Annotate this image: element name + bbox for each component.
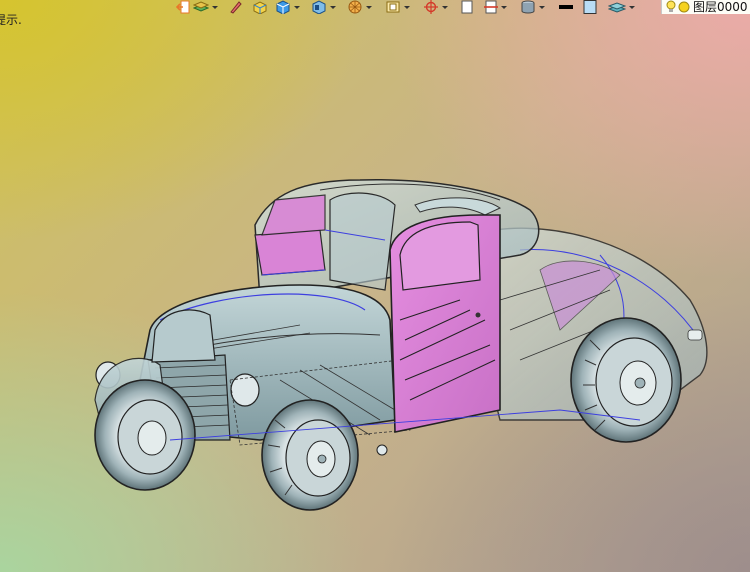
car-door (389, 214, 501, 433)
rear-wheel (570, 317, 682, 443)
3d-viewport[interactable]: 提示. 图层0000 (0, 0, 750, 572)
cube-view-icon (312, 0, 326, 14)
layer-manager-button[interactable] (608, 0, 626, 14)
layers-button[interactable] (193, 0, 209, 14)
layers-stack-icon (193, 1, 209, 12)
sun-icon (678, 1, 690, 13)
snap-dropdown[interactable] (442, 0, 448, 14)
layer-stack-icon (608, 2, 626, 13)
cube-blue-icon (276, 0, 290, 14)
layers-dropdown[interactable] (212, 0, 218, 14)
front-right-wheel (261, 399, 359, 511)
section-dropdown[interactable] (501, 0, 507, 14)
color-swatch-icon (583, 0, 597, 14)
frame-button[interactable] (385, 0, 401, 14)
front-left-wheel (94, 379, 196, 491)
line-weight-button[interactable] (558, 0, 574, 14)
frame-icon (386, 1, 400, 13)
color-button[interactable] (583, 0, 597, 14)
section-button[interactable] (484, 0, 498, 14)
page-button[interactable] (461, 0, 473, 14)
lightbulb-icon (666, 0, 676, 12)
car-3d-model[interactable] (0, 0, 750, 572)
material-dropdown[interactable] (539, 0, 545, 14)
view-dropdown[interactable] (330, 0, 336, 14)
sketch-button[interactable] (229, 0, 243, 14)
exit-icon (176, 0, 190, 14)
line-weight-icon (559, 5, 573, 9)
view-button[interactable] (311, 0, 327, 14)
page-icon (461, 0, 473, 14)
wireframe-sphere-icon (348, 0, 362, 14)
exit-button[interactable] (176, 0, 190, 14)
frame-dropdown[interactable] (404, 0, 410, 14)
cylinder-icon (521, 0, 535, 14)
crosshair-icon (424, 0, 438, 14)
layer-name: 图层0000 (693, 0, 748, 14)
pencil-icon (230, 1, 242, 14)
section-icon (484, 0, 498, 14)
material-button[interactable] (520, 0, 536, 14)
layer-manager-dropdown[interactable] (629, 0, 635, 14)
snap-button[interactable] (423, 0, 439, 14)
render-button[interactable] (347, 0, 363, 14)
box-yellow-icon (253, 1, 267, 14)
status-hint-text: 提示. (0, 13, 22, 27)
render-dropdown[interactable] (366, 0, 372, 14)
layer-selector[interactable]: 图层0000 (661, 0, 750, 14)
solid-dropdown[interactable] (294, 0, 300, 14)
solid-button[interactable] (275, 0, 291, 14)
box-button[interactable] (252, 0, 268, 14)
